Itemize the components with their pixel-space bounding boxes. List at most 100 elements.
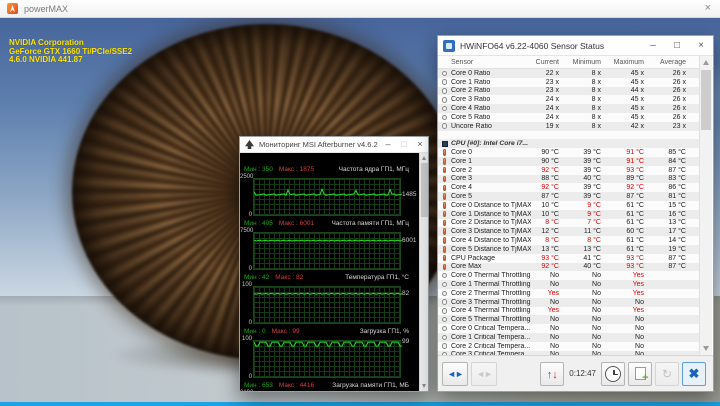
powermax-window-border	[0, 402, 720, 406]
monitor-graph-panel[interactable]: Мин : 0 Макс : 99 Загрузка ГП1, % 100 0 99	[240, 328, 411, 382]
gauge-icon	[441, 79, 448, 85]
sensor-name: Core 5 Thermal Throttling	[451, 316, 531, 324]
sensor-value: Yes	[632, 281, 644, 289]
sensor-row[interactable]: Core 3 Ratio 24 x 8 x 45 x 26 x	[438, 95, 699, 105]
powermax-close-icon[interactable]: ×	[705, 3, 711, 14]
sensor-row[interactable]: Core 2 Thermal Throttling Yes No Yes	[438, 288, 699, 298]
sensor-section-row[interactable]: CPU [#0]: Intel Core i7...	[438, 139, 699, 149]
sensor-value: No	[550, 316, 559, 324]
gauge-icon	[441, 334, 448, 341]
sensor-value: 61 °C	[626, 210, 644, 218]
sensor-row[interactable]: CPU Package 93 °C 41 °C 93 °C 87 °C	[438, 253, 699, 263]
sensor-row[interactable]: Core 0 Critical Tempera... No No No	[438, 324, 699, 333]
chip-icon	[441, 140, 448, 147]
minimize-button[interactable]: –	[641, 36, 665, 55]
sensor-value: Yes	[547, 289, 559, 297]
sensor-row[interactable]: Core 5 Distance to TjMAX 13 °C 13 °C 61 °C 1…	[438, 244, 699, 254]
column-minimum[interactable]: Minimum	[559, 59, 601, 66]
hwinfo-titlebar[interactable]: HWiNFO64 v6.22-4060 Sensor Status – □ ×	[438, 36, 713, 56]
sensor-value: 8 x	[591, 113, 601, 121]
logging-start-button[interactable]	[628, 361, 652, 386]
reset-minmax-button[interactable]: ↑↓	[540, 361, 565, 386]
sensor-row[interactable]: Core 5 Thermal Throttling No No No	[438, 315, 699, 325]
thermometer-icon	[443, 210, 446, 218]
maximize-button[interactable]: □	[396, 137, 412, 152]
sensor-row[interactable]: Core 5 87 °C 39 °C 87 °C 81 °C	[438, 192, 699, 201]
afterburner-scrollbar[interactable]	[419, 153, 428, 391]
sensor-row[interactable]: Core 4 Distance to TjMAX 8 °C 8 °C 61 °C 14 …	[438, 236, 699, 245]
nav-back-forward-button[interactable]: ◄►	[442, 361, 468, 386]
sensor-value: 92 °C	[541, 166, 559, 174]
scroll-down-icon[interactable]	[703, 346, 709, 351]
sensor-row[interactable]: Core 0 Ratio 22 x 8 x 45 x 26 x	[438, 69, 699, 78]
monitor-graph-panel[interactable]: Мин : 42 Макс : 82 Температура ГП1, °C 100 0…	[240, 274, 411, 328]
sensor-row[interactable]: Core 1 Ratio 23 x 8 x 45 x 26 x	[438, 77, 699, 87]
sensor-row[interactable]: Core 5 Ratio 24 x 8 x 45 x 26 x	[438, 112, 699, 122]
column-sensor[interactable]: Sensor	[451, 59, 531, 66]
sensor-row[interactable]: Core 2 Critical Tempera... No No No	[438, 341, 699, 351]
sensor-row[interactable]: Core 4 Thermal Throttling Yes No Yes	[438, 306, 699, 316]
sensor-row[interactable]: Core 3 Thermal Throttling No No No	[438, 297, 699, 307]
maximize-button[interactable]: □	[665, 36, 689, 55]
scroll-thumb[interactable]	[421, 163, 428, 217]
sensor-table-header[interactable]: Sensor Current Minimum Maximum Average	[438, 56, 713, 69]
sensor-value: 91 °C	[626, 149, 644, 157]
sensor-row[interactable]: Core 2 Ratio 23 x 8 x 44 x 26 x	[438, 86, 699, 96]
sensor-row[interactable]: Core 1 Critical Tempera... No No No	[438, 332, 699, 342]
sensor-value: No	[635, 325, 644, 332]
sensor-row[interactable]: Core 3 88 °C 40 °C 89 °C 83 °C	[438, 174, 699, 184]
sensor-row[interactable]: Core 1 90 °C 39 °C 91 °C 84 °C	[438, 156, 699, 166]
minimize-button[interactable]: –	[380, 137, 396, 152]
hwinfo-title: HWiNFO64 v6.22-4060 Sensor Status	[460, 40, 605, 51]
graph-plot[interactable]	[253, 232, 402, 270]
gauge-icon	[441, 316, 448, 323]
thermometer-icon	[443, 175, 446, 183]
sensor-value: 26 x	[672, 87, 686, 95]
sensor-row[interactable]: Core 3 Distance to TjMAX 12 °C 11 °C 60 °C 1…	[438, 227, 699, 237]
sensor-value: 61 °C	[626, 245, 644, 253]
sensor-row[interactable]: Core Max 92 °C 40 °C 93 °C 87 °C	[438, 262, 699, 272]
scroll-thumb[interactable]	[701, 70, 711, 130]
graph-plot[interactable]	[253, 340, 402, 378]
clock-button[interactable]	[601, 361, 625, 386]
thermometer-icon	[443, 228, 446, 235]
close-sensors-button[interactable]: ✖	[682, 361, 706, 386]
graph-plot[interactable]	[253, 178, 402, 216]
sensor-row[interactable]: Core 2 Distance to TjMAX 8 °C 7 °C 61 °C 13 …	[438, 218, 699, 228]
sensor-row[interactable]: Core 1 Thermal Throttling No No Yes	[438, 280, 699, 289]
monitor-graph-panel[interactable]: Мин : 653 Макс : 4416 Загрузка памяти ГП1,…	[240, 382, 411, 391]
nav-back-forward-disabled-button[interactable]: ◄►	[471, 361, 497, 386]
monitor-graph-panel[interactable]: Мин : 350 Макс : 1875 Частота ядра ГП1, МГ…	[240, 166, 416, 220]
refresh-settings-button[interactable]: ↻	[655, 361, 679, 386]
sensor-row[interactable]: Core 4 92 °C 39 °C 92 °C 86 °C	[438, 183, 699, 193]
sensor-value: 12 °C	[541, 228, 559, 236]
sensor-row[interactable]: Core 0 Thermal Throttling No No Yes	[438, 271, 699, 281]
sensor-value: 39 °C	[583, 166, 601, 174]
sensor-value: 39 °C	[583, 193, 601, 201]
scroll-down-icon[interactable]	[422, 384, 426, 388]
sensor-row[interactable]: Core 0 90 °C 39 °C 91 °C 85 °C	[438, 148, 699, 157]
sensor-row[interactable]: Core 1 Distance to TjMAX 10 °C 9 °C 61 °C 16…	[438, 209, 699, 219]
sensor-row[interactable]: Uncore Ratio 19 x 8 x 42 x 23 x	[438, 121, 699, 131]
sensor-value: 45 x	[630, 78, 644, 86]
sensor-name: Core 5 Ratio	[451, 113, 491, 121]
afterburner-titlebar[interactable]: Мониторинг MSI Afterburner v4.6.2 – □ ×	[240, 137, 428, 153]
graph-plot[interactable]	[253, 286, 402, 324]
hwinfo-scrollbar[interactable]	[699, 56, 712, 355]
graph-current-value: 1485	[402, 191, 417, 198]
close-button[interactable]: ×	[689, 36, 713, 55]
scroll-up-icon[interactable]	[703, 60, 709, 65]
sensor-row[interactable]: Core 2 92 °C 39 °C 93 °C 87 °C	[438, 165, 699, 175]
sensor-row[interactable]: Core 4 Ratio 24 x 8 x 45 x 26 x	[438, 104, 699, 113]
scroll-up-icon[interactable]	[422, 156, 426, 160]
sensor-value: 9 °C	[587, 201, 601, 209]
sensor-value: No	[592, 316, 601, 324]
powermax-titlebar[interactable]: powerMAX ×	[0, 0, 720, 18]
sensor-value: 26 x	[672, 113, 686, 121]
column-average[interactable]: Average	[644, 59, 686, 66]
sensor-row[interactable]: Core 0 Distance to TjMAX 10 °C 9 °C 61 °C 15…	[438, 200, 699, 210]
close-button[interactable]: ×	[412, 137, 428, 152]
column-maximum[interactable]: Maximum	[601, 59, 644, 66]
column-current[interactable]: Current	[531, 59, 559, 66]
monitor-graph-panel[interactable]: Мин : 405 Макс : 6001 Частота памяти ГП1, …	[240, 220, 416, 274]
